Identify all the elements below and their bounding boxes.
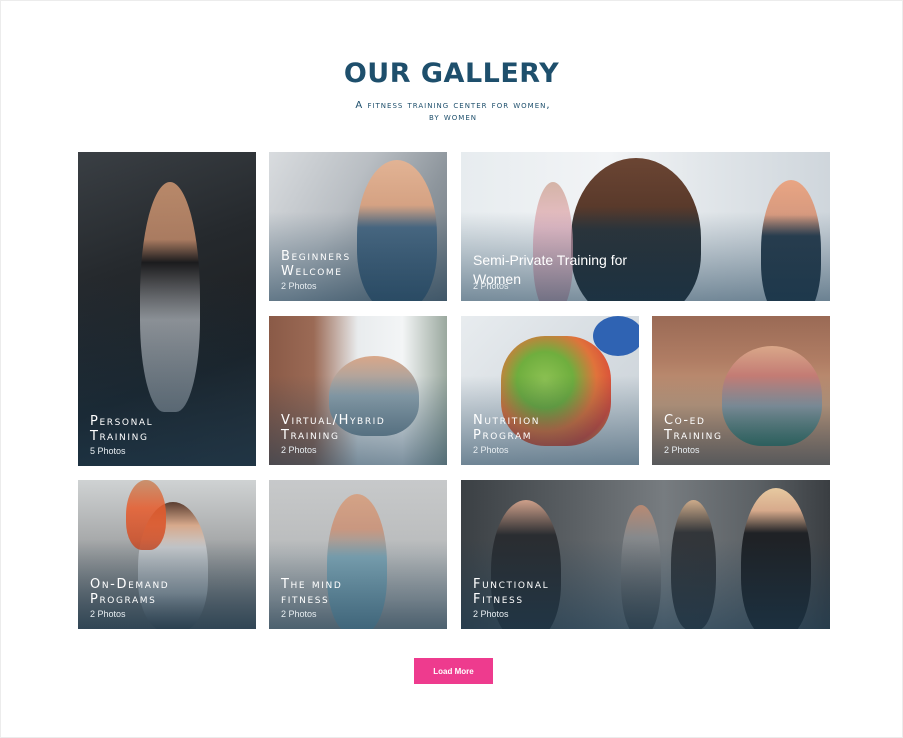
tile-photo-count: 2 Photos (281, 281, 317, 291)
tile-photo-count: 2 Photos (281, 609, 317, 619)
tile-title: Co-ed Training (664, 413, 723, 443)
tile-title: Nutrition Program (473, 413, 541, 443)
gallery-tile-functional-fitness[interactable]: Functional Fitness 2 Photos (461, 480, 830, 629)
tile-photo-count: 2 Photos (473, 281, 509, 291)
tile-title: Personal Training (90, 414, 154, 444)
tile-photo-count: 2 Photos (664, 445, 700, 455)
tile-title: On-Demand Programs (90, 577, 170, 607)
gallery-tile-personal-training[interactable]: Personal Training 5 Photos (78, 152, 256, 466)
tile-title: Virtual/Hybrid Training (281, 413, 386, 443)
gallery-tile-the-mind-fitness[interactable]: The mind fitness 2 Photos (269, 480, 447, 629)
gallery-tile-nutrition-program[interactable]: Nutrition Program 2 Photos (461, 316, 639, 465)
tile-photo-count: 2 Photos (281, 445, 317, 455)
gallery-subtitle: A fitness training center for women, by … (355, 100, 551, 123)
tile-title: Beginners Welcome (281, 249, 351, 279)
gallery-tile-virtual-hybrid-training[interactable]: Virtual/Hybrid Training 2 Photos (269, 316, 447, 465)
gallery-tile-co-ed-training[interactable]: Co-ed Training 2 Photos (652, 316, 830, 465)
tile-photo-count: 2 Photos (473, 609, 509, 619)
tile-title: The mind fitness (281, 577, 343, 607)
tile-title: Functional Fitness (473, 577, 550, 607)
gallery-title: OUR GALLERY (343, 58, 560, 89)
tile-photo-count: 2 Photos (90, 609, 126, 619)
load-more-button[interactable]: Load More (414, 658, 493, 684)
tile-photo-count: 2 Photos (473, 445, 509, 455)
tile-photo-count: 5 Photos (90, 446, 126, 456)
gallery-tile-beginners-welcome[interactable]: Beginners Welcome 2 Photos (269, 152, 447, 301)
gallery-tile-on-demand-programs[interactable]: On-Demand Programs 2 Photos (78, 480, 256, 629)
gallery-tile-semi-private-training[interactable]: Semi-Private Training for Women 2 Photos (461, 152, 830, 301)
